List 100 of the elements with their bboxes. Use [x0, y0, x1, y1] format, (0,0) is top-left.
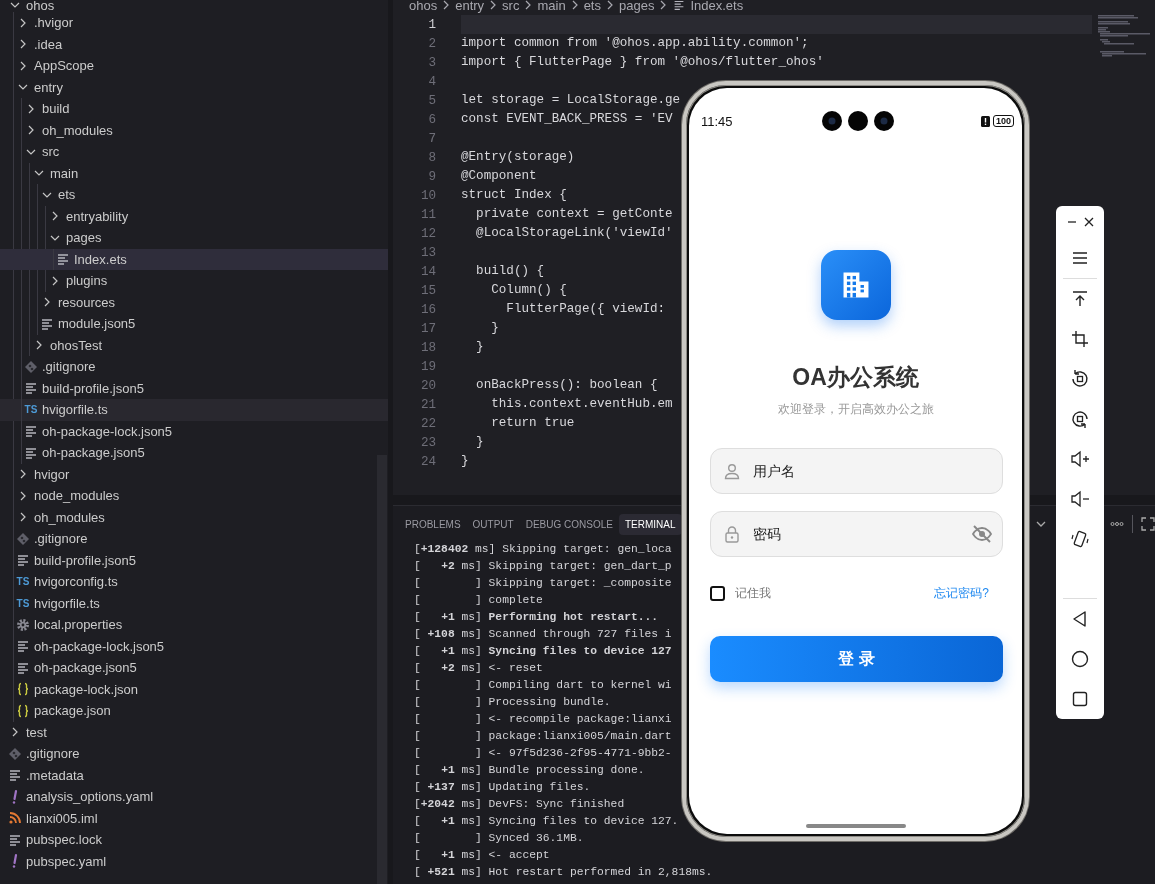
file-item[interactable]: oh-package-lock.json5 [0, 635, 388, 657]
file-item[interactable]: package-lock.json [0, 678, 388, 700]
code-line: import common from '@ohos.app.ability.common'; [461, 35, 809, 52]
crop-icon[interactable] [1070, 329, 1090, 349]
file-item[interactable]: TS hvigorconfig.ts [0, 571, 388, 593]
file-item[interactable]: pubspec.yaml [0, 850, 388, 872]
line-number: 2 [427, 36, 436, 51]
folder-item[interactable]: .idea [0, 33, 388, 55]
panel-tab[interactable]: DEBUG CONSOLE [519, 513, 619, 535]
breadcrumb-item[interactable]: Index.ets [690, 0, 744, 13]
lock-icon [723, 525, 741, 543]
rotate-right-icon[interactable] [1070, 409, 1090, 429]
folder-item[interactable]: ets [0, 184, 388, 206]
folder-item[interactable]: .hvigor [0, 12, 388, 34]
panel-tab[interactable]: OUTPUT [466, 513, 520, 535]
breadcrumb-item[interactable]: entry [455, 0, 485, 13]
folder-item[interactable]: test [0, 721, 388, 743]
chevron-right-icon [605, 0, 615, 10]
app-subtitle: 欢迎登录，开启高效办公之旅 [777, 401, 934, 418]
lines-icon [15, 552, 31, 569]
file-item[interactable]: Index.ets [0, 248, 388, 270]
code-line: import { FlutterPage } from '@ohos/flutter_ohos' [461, 54, 824, 71]
file-item[interactable]: build-profile.json5 [0, 549, 388, 571]
volume-down-icon[interactable] [1070, 489, 1090, 509]
folder-item[interactable]: entryability [0, 205, 388, 227]
rotate-left-icon[interactable] [1070, 369, 1090, 389]
password-field[interactable]: 密码 [710, 511, 1003, 557]
folder-item[interactable]: resources [0, 291, 388, 313]
line-number: 18 [419, 340, 436, 355]
panel-tab[interactable]: PROBLEMS [399, 513, 467, 535]
close-icon[interactable] [1082, 216, 1095, 228]
file-item[interactable]: TS hvigorfile.ts [0, 399, 388, 421]
line-number: 7 [427, 131, 436, 146]
folder-item[interactable]: oh_modules [0, 119, 388, 141]
folder-item[interactable]: main [0, 162, 388, 184]
breadcrumb-item[interactable]: ohos [409, 0, 438, 13]
file-item[interactable]: oh-package.json5 [0, 657, 388, 679]
folder-item[interactable]: ohosTest [0, 334, 388, 356]
code-line: private context = getConte [475, 206, 673, 223]
login-button[interactable]: 登 录 [710, 636, 1003, 682]
file-item[interactable]: .gitignore [0, 528, 388, 550]
folder-item[interactable]: src [0, 141, 388, 163]
breadcrumb-item[interactable]: pages [619, 0, 655, 13]
folder-item[interactable]: AppScope [0, 55, 388, 77]
terminal-line: [ +1 ms] Syncing files to device 127. [414, 814, 679, 829]
terminal-line: [ ] <- recompile package:lianxi [414, 712, 672, 727]
alert-icon [980, 115, 990, 127]
home-icon[interactable] [1070, 649, 1090, 669]
folder-item[interactable]: oh_modules [0, 506, 388, 528]
file-item[interactable]: oh-package.json5 [0, 442, 388, 464]
file-item[interactable]: build-profile.json5 [0, 377, 388, 399]
file-item[interactable]: .gitignore [0, 356, 388, 378]
terminal-line: [ +108 ms] Scanned through 727 files i [414, 627, 672, 642]
camera-icon [847, 111, 868, 131]
terminal-line: [ +521 ms] Hot restart performed in 2,818ms. [414, 865, 713, 880]
file-item[interactable]: oh-package-lock.json5 [0, 420, 388, 442]
file-type-label: TS [23, 404, 39, 416]
file-item[interactable]: pubspec.lock [0, 829, 388, 851]
folder-item[interactable]: pages [0, 227, 388, 249]
username-field[interactable]: 用户名 [710, 448, 1003, 494]
breadcrumb-item[interactable]: ets [583, 0, 601, 13]
breadcrumb-item[interactable]: src [502, 0, 520, 13]
volume-up-icon[interactable] [1070, 449, 1090, 469]
terminal-line: [ ] package:lianxi005/main.dart [414, 729, 672, 744]
eye-off-icon[interactable] [971, 523, 993, 545]
forgot-password-link[interactable]: 忘记密码? [934, 584, 989, 602]
code-line: @Component [461, 168, 537, 185]
line-number: 12 [419, 226, 436, 241]
terminal-line: [ +137 ms] Updating files. [414, 780, 591, 795]
breadcrumb-item[interactable]: main [537, 0, 566, 13]
line-number: 23 [419, 435, 436, 450]
file-item[interactable]: package.json [0, 700, 388, 722]
file-item[interactable]: local.properties [0, 614, 388, 636]
recents-icon[interactable] [1070, 689, 1090, 709]
file-item[interactable]: .gitignore [0, 743, 388, 765]
upload-icon[interactable] [1070, 289, 1090, 309]
folder-item[interactable]: hvigor [0, 463, 388, 485]
file-item[interactable]: .metadata [0, 764, 388, 786]
file-item[interactable]: lianxi005.iml [0, 807, 388, 829]
folder-item[interactable]: node_modules [0, 485, 388, 507]
maximize-icon[interactable] [1141, 517, 1155, 531]
folder-item[interactable]: ohos [0, 0, 388, 12]
phone-shake-icon[interactable] [1070, 529, 1090, 549]
panel-tab[interactable]: TERMINAL [618, 513, 682, 535]
lines-icon [23, 380, 39, 397]
code-line: this.context.eventHub.em [490, 396, 673, 413]
remember-checkbox[interactable] [710, 585, 725, 601]
folder-item[interactable]: build [0, 98, 388, 120]
folder-item[interactable]: entry [0, 76, 388, 98]
line-number: 24 [419, 454, 436, 469]
line-number: 20 [419, 378, 436, 393]
line-number: 1 [427, 17, 436, 32]
code-line: } [475, 339, 484, 356]
file-item[interactable]: module.json5 [0, 313, 388, 335]
terminal-line: [ +1 ms] Performing hot restart... [414, 610, 659, 625]
diamond-icon [7, 745, 23, 762]
file-item[interactable]: analysis_options.yaml [0, 786, 388, 808]
terminal-line: [ ] Skipping target: _composite [414, 576, 672, 591]
file-item[interactable]: TS hvigorfile.ts [0, 592, 388, 614]
folder-item[interactable]: plugins [0, 270, 388, 292]
